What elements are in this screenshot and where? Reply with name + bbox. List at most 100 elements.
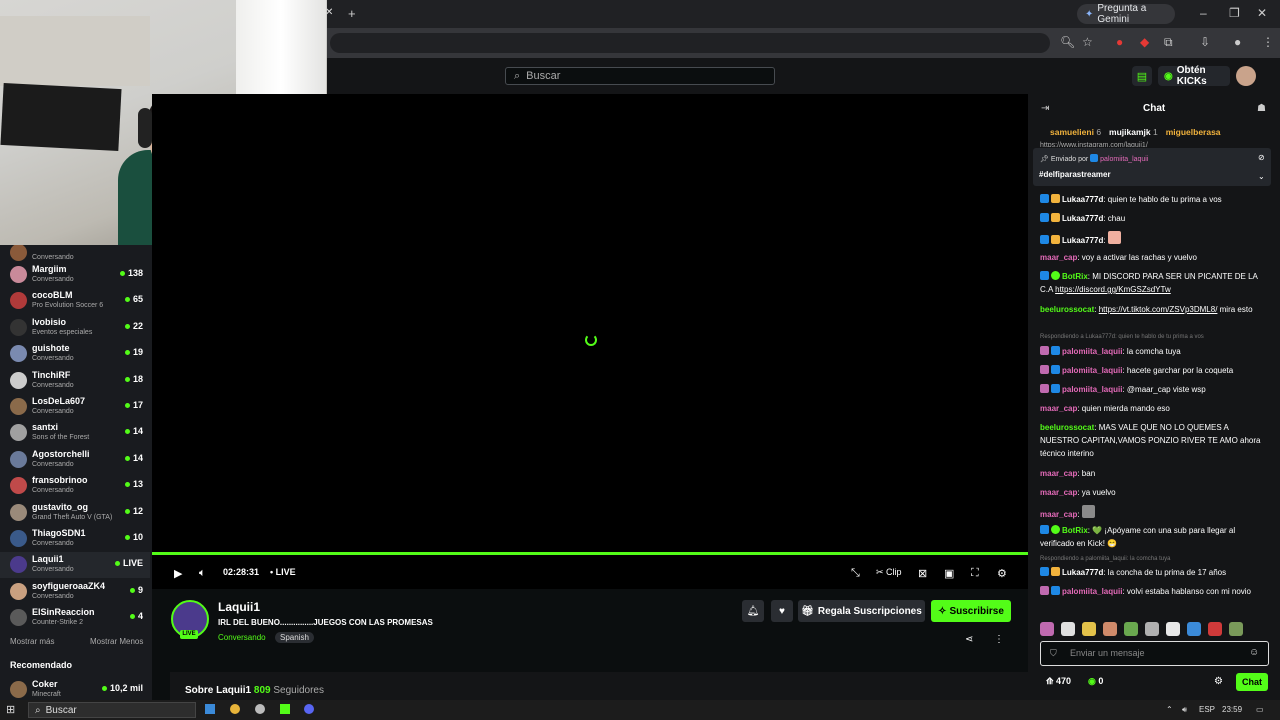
unpin-icon[interactable]: ⊘: [1258, 153, 1265, 162]
chat-username[interactable]: Lukaa777d: [1062, 236, 1103, 245]
notification-bell-icon[interactable]: 🔔︎: [742, 600, 764, 622]
speaker-icon[interactable]: 🔊︎: [1182, 705, 1187, 715]
chat-link[interactable]: https://discord.gg/KmGSZsdYTw: [1055, 285, 1171, 294]
discord-icon[interactable]: [304, 704, 314, 714]
close-tab-icon[interactable]: ✕: [325, 7, 333, 18]
search-input[interactable]: ⌕ Buscar: [505, 67, 775, 85]
theater-mode-icon[interactable]: ⤡: [851, 567, 860, 580]
close-window-icon[interactable]: ✕: [1257, 6, 1267, 20]
chat-users-icon[interactable]: ☗: [1257, 103, 1266, 114]
emote-icon[interactable]: [1166, 622, 1180, 636]
zoom-icon[interactable]: 🔍︎: [1060, 35, 1075, 49]
show-more-link[interactable]: Mostrar más: [10, 637, 54, 646]
extension-red-icon[interactable]: ●: [1116, 35, 1123, 49]
emote-icon[interactable]: [1124, 622, 1138, 636]
windows-start-icon[interactable]: ⊞: [6, 703, 15, 716]
shield-icon[interactable]: ⛉: [1050, 648, 1057, 659]
collapse-chat-icon[interactable]: ⇥: [1041, 103, 1049, 114]
new-tab-icon[interactable]: +: [348, 6, 356, 21]
sidebar-item[interactable]: cocoBLM Pro Evolution Soccer 6 65: [0, 288, 150, 314]
chat-username[interactable]: BotRix: [1062, 526, 1088, 535]
chat-username[interactable]: Lukaa777d: [1062, 568, 1103, 577]
emote-icon[interactable]: [1145, 622, 1159, 636]
settings-gear-icon[interactable]: ⚙: [997, 567, 1007, 580]
chat-username[interactable]: maar_cap: [1040, 510, 1077, 519]
chat-username[interactable]: maar_cap: [1040, 469, 1077, 478]
address-bar[interactable]: [330, 33, 1050, 53]
maximize-icon[interactable]: ❐: [1229, 6, 1240, 20]
emote-icon[interactable]: [1061, 622, 1075, 636]
sidebar-item[interactable]: lvobisio Eventos especiales 22: [0, 315, 150, 341]
language-tag[interactable]: Spanish: [275, 632, 314, 643]
video-player[interactable]: [152, 94, 1028, 552]
gemini-button[interactable]: ✦ Pregunta a Gemini: [1077, 3, 1175, 25]
gifter[interactable]: mujikamjk 1: [1109, 127, 1158, 137]
emote-icon[interactable]: [1229, 622, 1243, 636]
get-kicks-button[interactable]: ◉ Obtén KICKs: [1158, 65, 1230, 87]
sidebar-item[interactable]: ThiagoSDN1 Conversando 10: [0, 526, 150, 552]
sidebar-item[interactable]: TinchiRF Conversando 18: [0, 368, 150, 394]
sidebar-item[interactable]: santxi Sons of the Forest 14: [0, 420, 150, 446]
minimize-icon[interactable]: –: [1200, 6, 1207, 20]
chrome-icon[interactable]: [230, 704, 240, 714]
emote-icon[interactable]: [1187, 622, 1201, 636]
chat-username[interactable]: palomiita_laquii: [1062, 347, 1122, 356]
gifter[interactable]: samuelieni 6: [1050, 127, 1101, 137]
chat-username[interactable]: maar_cap: [1040, 404, 1077, 413]
volume-icon[interactable]: 🔈︎: [199, 567, 206, 580]
extensions-puzzle-icon[interactable]: ⧉: [1164, 35, 1173, 50]
more-options-icon[interactable]: ⋮: [994, 634, 1004, 645]
emote-icon[interactable]: [1082, 622, 1096, 636]
chat-username[interactable]: BotRix: [1062, 272, 1088, 281]
language-indicator[interactable]: ESP: [1199, 705, 1215, 714]
sidebar-item[interactable]: LosDeLa607 Conversando 17: [0, 394, 150, 420]
show-less-link[interactable]: Mostrar Menos: [90, 637, 143, 646]
taskbar-search[interactable]: ⌕ Buscar: [28, 702, 196, 718]
extension-icon[interactable]: ◆: [1140, 35, 1149, 49]
notifications-icon[interactable]: ▭: [1256, 705, 1264, 714]
share-icon[interactable]: ⋖: [965, 634, 973, 645]
chat-username[interactable]: beelurossocat: [1040, 423, 1094, 432]
sidebar-item[interactable]: Laquii1 Conversando LIVE: [0, 552, 150, 578]
bookmark-star-icon[interactable]: ☆: [1082, 35, 1093, 49]
channel-points[interactable]: ◉ 0: [1088, 676, 1103, 687]
sidebar-item[interactable]: gustavito_og Grand Theft Auto V (GTA) 12: [0, 500, 150, 526]
emote-icon[interactable]: [1103, 622, 1117, 636]
gifter[interactable]: miguelberasa: [1166, 127, 1221, 137]
taskbar-app-icon[interactable]: [205, 704, 215, 714]
send-chat-button[interactable]: Chat: [1236, 673, 1268, 691]
follow-heart-icon[interactable]: ♥: [771, 600, 793, 622]
chat-username[interactable]: maar_cap: [1040, 253, 1077, 262]
browser-menu-icon[interactable]: ⋮: [1262, 35, 1274, 49]
tray-chevron-icon[interactable]: ⌃: [1166, 705, 1173, 714]
kicks-balance[interactable]: ⟰ 470: [1046, 676, 1071, 687]
kick-app-icon[interactable]: [280, 704, 290, 714]
chat-username[interactable]: Lukaa777d: [1062, 195, 1103, 204]
sidebar-item[interactable]: guishote Conversando 19: [0, 341, 150, 367]
downloads-icon[interactable]: ⇩: [1200, 35, 1210, 49]
stream-category[interactable]: Conversando: [218, 633, 266, 642]
emoji-icon[interactable]: ☺: [1249, 647, 1259, 658]
chat-username[interactable]: palomiita_laquii: [1062, 587, 1122, 596]
sidebar-item[interactable]: soyfigueroaaZK4 Conversando 9: [0, 579, 150, 605]
chat-username[interactable]: beelurossocat: [1040, 305, 1094, 314]
subscribe-button[interactable]: ✧ Suscribirse: [931, 600, 1011, 622]
clock[interactable]: 23:59: [1222, 705, 1242, 714]
sidebar-item[interactable]: Agostorchelli Conversando 14: [0, 447, 150, 473]
fullscreen-icon[interactable]: ⛶: [971, 567, 979, 580]
chevron-down-icon[interactable]: ⌄: [1258, 172, 1265, 181]
clip-button[interactable]: ✂ Clip: [876, 567, 902, 578]
wallet-icon[interactable]: ▤: [1132, 66, 1152, 86]
chat-username[interactable]: Lukaa777d: [1062, 214, 1103, 223]
chat-username[interactable]: palomiita_laquii: [1062, 366, 1122, 375]
gift-subs-button[interactable]: 🎁︎ Regala Suscripciones: [798, 600, 925, 622]
chat-username[interactable]: maar_cap: [1040, 488, 1077, 497]
sidebar-item[interactable]: fransobrinoo Conversando 13: [0, 473, 150, 499]
mini-player-icon[interactable]: ▣: [944, 567, 954, 580]
chat-settings-gear-icon[interactable]: ⚙: [1214, 676, 1223, 687]
chat-link[interactable]: https://vt.tiktok.com/ZSVp3DML8/: [1099, 305, 1218, 314]
user-avatar[interactable]: [1236, 66, 1256, 86]
play-icon[interactable]: ▶: [174, 567, 182, 580]
emote-icon[interactable]: [1208, 622, 1222, 636]
emote-icon[interactable]: [1040, 622, 1054, 636]
